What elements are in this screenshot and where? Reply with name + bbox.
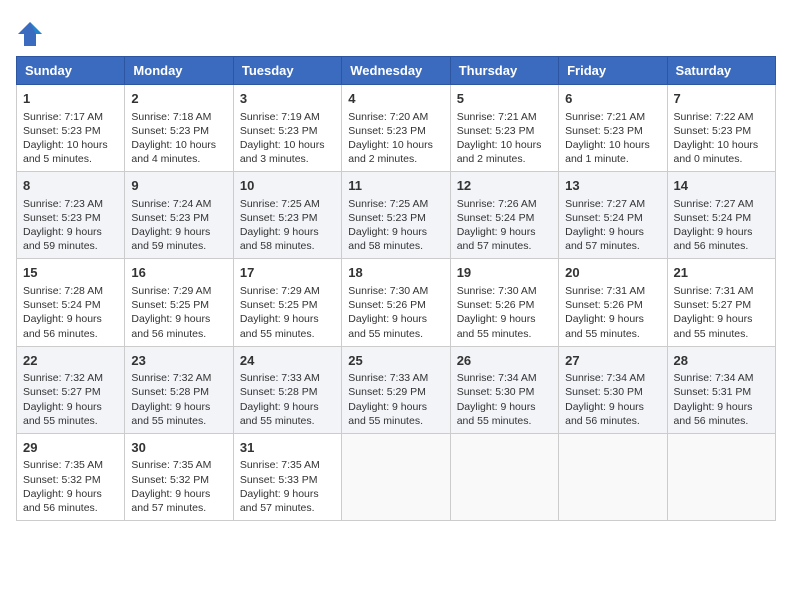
calendar-header-row: SundayMondayTuesdayWednesdayThursdayFrid… [17,57,776,85]
calendar-table: SundayMondayTuesdayWednesdayThursdayFrid… [16,56,776,521]
table-row: 19Sunrise: 7:30 AMSunset: 5:26 PMDayligh… [450,259,558,346]
table-row: 10Sunrise: 7:25 AMSunset: 5:23 PMDayligh… [233,172,341,259]
table-row: 24Sunrise: 7:33 AMSunset: 5:28 PMDayligh… [233,346,341,433]
table-row: 8Sunrise: 7:23 AMSunset: 5:23 PMDaylight… [17,172,125,259]
calendar-week-5: 29Sunrise: 7:35 AMSunset: 5:32 PMDayligh… [17,433,776,520]
table-row: 5Sunrise: 7:21 AMSunset: 5:23 PMDaylight… [450,85,558,172]
table-row [667,433,775,520]
table-row: 15Sunrise: 7:28 AMSunset: 5:24 PMDayligh… [17,259,125,346]
table-row: 9Sunrise: 7:24 AMSunset: 5:23 PMDaylight… [125,172,233,259]
table-row: 22Sunrise: 7:32 AMSunset: 5:27 PMDayligh… [17,346,125,433]
table-row: 4Sunrise: 7:20 AMSunset: 5:23 PMDaylight… [342,85,450,172]
table-row: 27Sunrise: 7:34 AMSunset: 5:30 PMDayligh… [559,346,667,433]
table-row: 3Sunrise: 7:19 AMSunset: 5:23 PMDaylight… [233,85,341,172]
table-row: 23Sunrise: 7:32 AMSunset: 5:28 PMDayligh… [125,346,233,433]
table-row: 30Sunrise: 7:35 AMSunset: 5:32 PMDayligh… [125,433,233,520]
table-row: 13Sunrise: 7:27 AMSunset: 5:24 PMDayligh… [559,172,667,259]
table-row: 25Sunrise: 7:33 AMSunset: 5:29 PMDayligh… [342,346,450,433]
calendar-week-4: 22Sunrise: 7:32 AMSunset: 5:27 PMDayligh… [17,346,776,433]
calendar-header-thursday: Thursday [450,57,558,85]
calendar-header-monday: Monday [125,57,233,85]
calendar-header-friday: Friday [559,57,667,85]
table-row: 2Sunrise: 7:18 AMSunset: 5:23 PMDaylight… [125,85,233,172]
calendar-week-1: 1Sunrise: 7:17 AMSunset: 5:23 PMDaylight… [17,85,776,172]
table-row: 11Sunrise: 7:25 AMSunset: 5:23 PMDayligh… [342,172,450,259]
logo [16,20,48,48]
table-row: 12Sunrise: 7:26 AMSunset: 5:24 PMDayligh… [450,172,558,259]
table-row [342,433,450,520]
table-row: 14Sunrise: 7:27 AMSunset: 5:24 PMDayligh… [667,172,775,259]
calendar-week-2: 8Sunrise: 7:23 AMSunset: 5:23 PMDaylight… [17,172,776,259]
table-row: 26Sunrise: 7:34 AMSunset: 5:30 PMDayligh… [450,346,558,433]
table-row: 21Sunrise: 7:31 AMSunset: 5:27 PMDayligh… [667,259,775,346]
calendar-header-wednesday: Wednesday [342,57,450,85]
calendar-header-sunday: Sunday [17,57,125,85]
logo-icon [16,20,44,48]
calendar-header-tuesday: Tuesday [233,57,341,85]
table-row: 1Sunrise: 7:17 AMSunset: 5:23 PMDaylight… [17,85,125,172]
table-row [559,433,667,520]
calendar-header-saturday: Saturday [667,57,775,85]
table-row: 7Sunrise: 7:22 AMSunset: 5:23 PMDaylight… [667,85,775,172]
table-row: 17Sunrise: 7:29 AMSunset: 5:25 PMDayligh… [233,259,341,346]
table-row: 29Sunrise: 7:35 AMSunset: 5:32 PMDayligh… [17,433,125,520]
table-row: 20Sunrise: 7:31 AMSunset: 5:26 PMDayligh… [559,259,667,346]
table-row [450,433,558,520]
calendar-week-3: 15Sunrise: 7:28 AMSunset: 5:24 PMDayligh… [17,259,776,346]
table-row: 18Sunrise: 7:30 AMSunset: 5:26 PMDayligh… [342,259,450,346]
table-row: 16Sunrise: 7:29 AMSunset: 5:25 PMDayligh… [125,259,233,346]
table-row: 31Sunrise: 7:35 AMSunset: 5:33 PMDayligh… [233,433,341,520]
table-row: 6Sunrise: 7:21 AMSunset: 5:23 PMDaylight… [559,85,667,172]
table-row: 28Sunrise: 7:34 AMSunset: 5:31 PMDayligh… [667,346,775,433]
page-header [16,16,776,48]
